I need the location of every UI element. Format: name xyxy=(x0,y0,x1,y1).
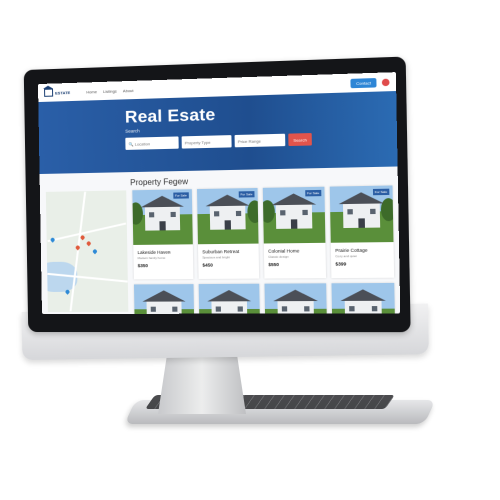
house-image xyxy=(275,203,313,229)
map-pin[interactable] xyxy=(74,244,81,251)
listing-photo: For Sale xyxy=(196,187,259,245)
listing-photo: For Sale xyxy=(329,185,394,243)
contact-area: Contact xyxy=(350,77,390,88)
listing-card[interactable]: For Sale Colonial Home Classic design $5… xyxy=(262,186,327,279)
listing-card[interactable]: For Sale Suburban Retreat Spacious and b… xyxy=(196,187,260,279)
listing-photo xyxy=(133,284,195,315)
screen: ESTATE Home Listings About Contact Real … xyxy=(38,72,401,315)
status-badge: For Sale xyxy=(238,191,255,198)
house-image xyxy=(211,300,248,315)
house-image xyxy=(209,204,246,230)
map-road xyxy=(69,191,87,312)
status-badge: For Sale xyxy=(372,188,390,196)
search-button[interactable]: Search xyxy=(288,133,312,147)
listing-price: $450 xyxy=(202,262,213,268)
listing-price: $350 xyxy=(137,263,148,269)
map-road xyxy=(47,222,127,243)
listing-desc: Classic design xyxy=(268,254,289,259)
search-row: 🔍 Location Property Type Price Range Sea… xyxy=(125,131,397,150)
listing-photo xyxy=(331,282,396,315)
listing-card[interactable]: For Sale Lakeside Haven Modern family ho… xyxy=(132,189,194,280)
listing-photo xyxy=(198,283,260,315)
monitor-stand xyxy=(158,356,246,414)
house-image xyxy=(344,299,382,315)
nav-listings[interactable]: Listings xyxy=(103,88,117,93)
listing-price: $550 xyxy=(268,261,280,268)
map-pin[interactable] xyxy=(79,234,86,241)
listing-price: $399 xyxy=(335,261,347,267)
listing-title: Suburban Retreat xyxy=(202,248,240,255)
logo[interactable]: ESTATE xyxy=(44,88,70,97)
listing-desc: Spacious and bright xyxy=(202,255,230,260)
listing-title: Prairie Cottage xyxy=(335,247,368,254)
listing-card[interactable] xyxy=(133,284,195,315)
price-range-field[interactable]: Price Range xyxy=(234,133,286,148)
nav-home[interactable]: Home xyxy=(86,89,97,94)
listing-card[interactable] xyxy=(264,283,327,315)
map-pin[interactable] xyxy=(85,240,92,247)
listing-photo: For Sale xyxy=(132,189,193,245)
monitor-scene: ESTATE Home Listings About Contact Real … xyxy=(0,0,500,500)
listing-card[interactable] xyxy=(331,282,396,315)
listing-photo: For Sale xyxy=(262,186,326,244)
listing-title: Lakeside Haven xyxy=(137,249,171,256)
listing-card[interactable]: For Sale Prairie Cottage Cozy and quiet … xyxy=(329,185,395,279)
status-badge: For Sale xyxy=(304,189,322,197)
house-image xyxy=(146,300,182,315)
house-image xyxy=(144,205,181,231)
status-badge: For Sale xyxy=(172,192,189,199)
house-image xyxy=(277,300,315,315)
contact-button[interactable]: Contact xyxy=(350,77,377,88)
house-image xyxy=(342,202,381,229)
listing-desc: Cozy and quiet xyxy=(335,253,357,259)
avatar[interactable] xyxy=(381,78,390,86)
property-type-field[interactable]: Property Type xyxy=(181,135,232,149)
map-panel[interactable] xyxy=(45,190,129,313)
listing-card[interactable] xyxy=(198,283,260,315)
listing-grid: For Sale Lakeside Haven Modern family ho… xyxy=(132,185,400,315)
logo-text: ESTATE xyxy=(55,89,71,96)
house-logo-icon xyxy=(44,88,54,97)
nav-about[interactable]: About xyxy=(123,87,134,92)
listing-title: Colonial Home xyxy=(268,248,300,254)
location-field[interactable]: 🔍 Location xyxy=(125,136,179,150)
listing-photo xyxy=(264,283,327,315)
map-pin[interactable] xyxy=(92,248,98,255)
main-nav: Home Listings About xyxy=(86,87,133,94)
hero-banner: Real Esate Search 🔍 Location Property Ty… xyxy=(38,91,398,175)
section-title: Property Fegew xyxy=(130,177,189,188)
listing-desc: Modern family home xyxy=(137,255,166,261)
